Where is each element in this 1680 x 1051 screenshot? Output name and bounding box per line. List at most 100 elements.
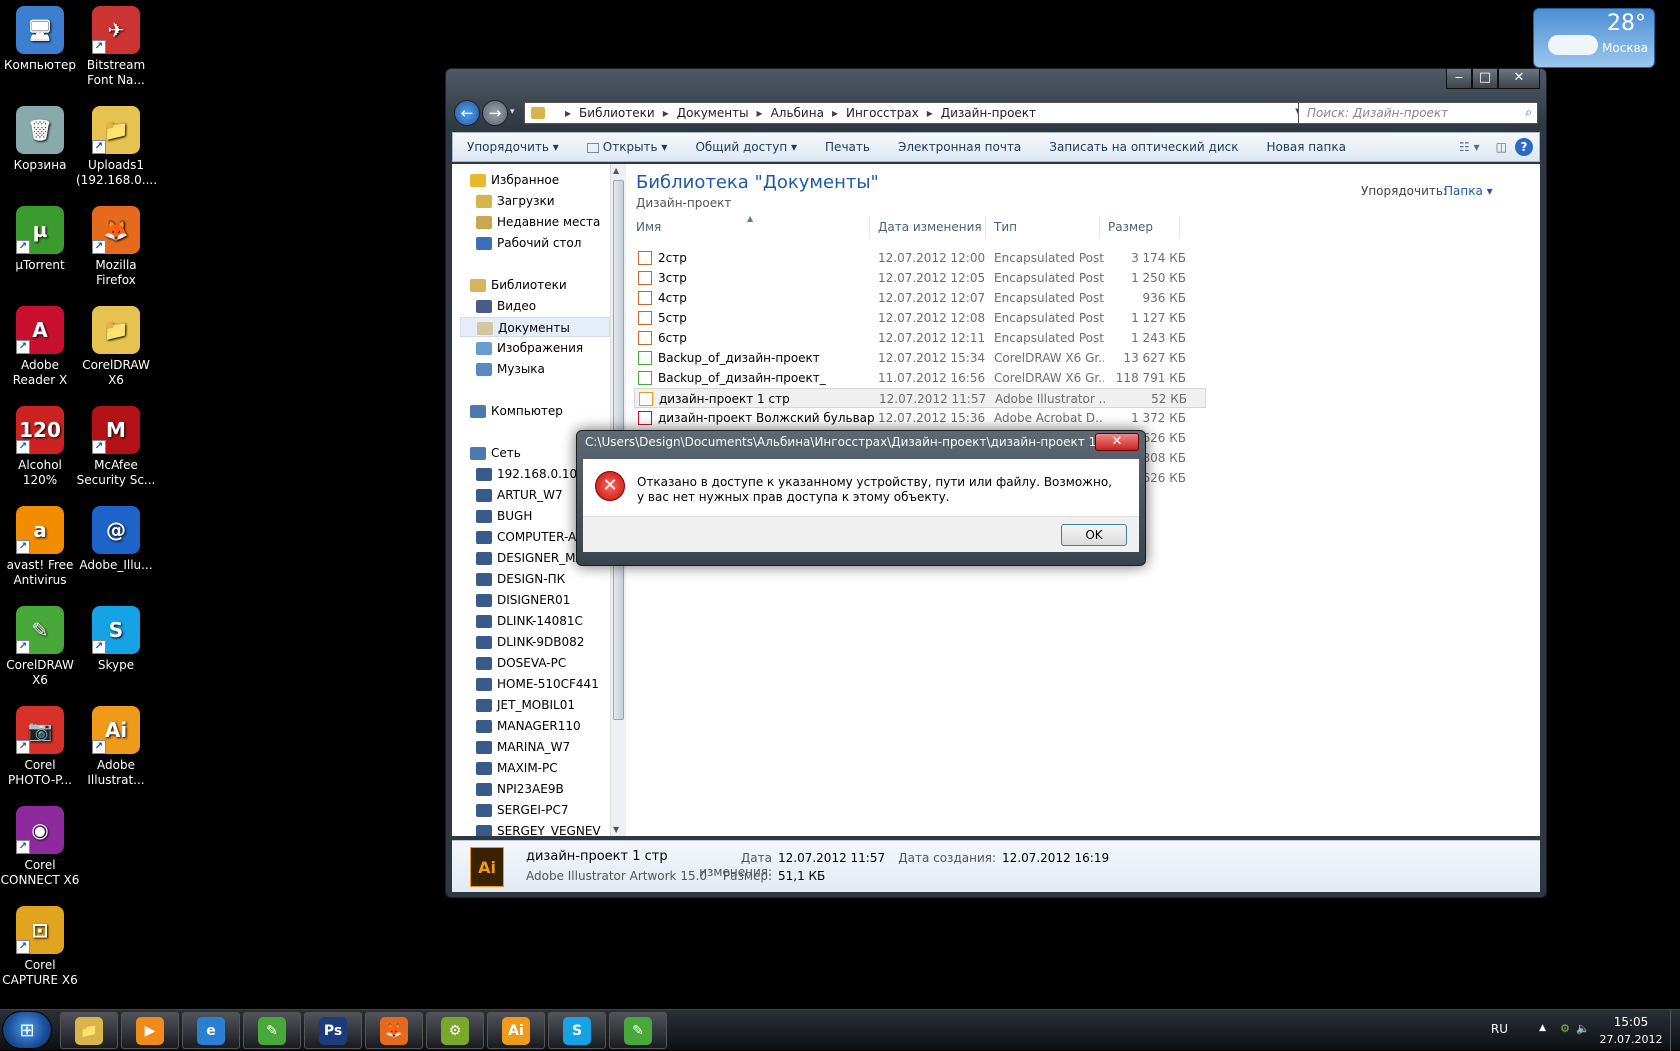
file-row[interactable]: Backup_of_дизайн-проект_ 11.07.2012 16:56…	[634, 368, 1206, 388]
close-window-button[interactable]: ✕	[1498, 69, 1540, 89]
clock-date[interactable]: 27.07.2012	[1596, 1033, 1666, 1046]
minimize-button[interactable]: ‒	[1446, 69, 1472, 89]
nav-item[interactable]: NPI23AE9B	[460, 779, 610, 799]
nav-item[interactable]: Компьютер	[452, 401, 610, 421]
taskbar-app-button[interactable]: ✎	[243, 1012, 301, 1049]
desktop-icon-adobe-illustrator[interactable]: Ai ↗ Adobe Illustrat...	[76, 706, 156, 788]
nav-item[interactable]: DISIGNER01	[460, 590, 610, 610]
desktop-icon-recycle-bin[interactable]: 🗑 Корзина	[0, 106, 80, 173]
nav-item[interactable]: MANAGER110	[460, 716, 610, 736]
nav-item[interactable]: Избранное	[452, 170, 610, 190]
taskbar-app-button[interactable]: e	[182, 1012, 240, 1049]
weather-gadget[interactable]: 28° Москва	[1533, 8, 1655, 68]
nav-item[interactable]: JET_MOBIL01	[460, 695, 610, 715]
maximize-button[interactable]: □	[1472, 69, 1498, 89]
nav-item[interactable]: SERGEY_VEGNEV	[460, 821, 610, 836]
nav-item[interactable]: HOME-510CF441	[460, 674, 610, 694]
view-options-icon[interactable]: ☷ ▾	[1451, 140, 1488, 154]
desktop-icon-corel-connect[interactable]: ◉ ↗ Corel CONNECT X6	[0, 806, 80, 888]
desktop-icon-bitstream[interactable]: ✈ ↗ Bitstream Font Na...	[76, 6, 156, 88]
nav-item[interactable]: DESIGN-ПК	[460, 569, 610, 589]
address-bar[interactable]: ▸ Библиотеки ▸ Документы ▸ Альбина ▸ Ингосстрах…	[524, 102, 1310, 124]
breadcrumb-separator-icon[interactable]: ▸	[663, 106, 669, 120]
show-desktop-button[interactable]	[1670, 1010, 1680, 1051]
desktop-icon-corel-capture[interactable]: ⊡ ↗ Corel CAPTURE X6	[0, 906, 80, 988]
desktop-icon-firefox[interactable]: 🦊 ↗ Mozilla Firefox	[76, 206, 156, 288]
breadcrumb-separator-icon[interactable]: ▸	[927, 106, 933, 120]
burn-disc-button[interactable]: Записать на оптический диск	[1035, 140, 1252, 154]
nav-item[interactable]: SERGEI-PC7	[460, 800, 610, 820]
new-folder-button[interactable]: Новая папка	[1252, 140, 1359, 154]
column-header-size[interactable]: Размер	[1102, 216, 1180, 238]
desktop-icon-skype[interactable]: S ↗ Skype	[76, 606, 156, 673]
file-row[interactable]: 3стр 12.07.2012 12:05 Encapsulated Post...…	[634, 268, 1206, 288]
desktop-icon-computer[interactable]: 🖥 Компьютер	[0, 6, 80, 73]
nav-item[interactable]: Изображения	[460, 338, 610, 358]
breadcrumb-item[interactable]: Ингосстрах	[846, 106, 919, 120]
desktop-icon-corel-photopaint[interactable]: 📷 ↗ Corel PHOTO-P...	[0, 706, 80, 788]
taskbar-app-button[interactable]: ⚙	[426, 1012, 484, 1049]
language-indicator[interactable]: RU	[1491, 1022, 1508, 1036]
nav-item[interactable]: Музыка	[460, 359, 610, 379]
back-button[interactable]: ←	[454, 100, 480, 126]
breadcrumb-separator-icon[interactable]: ▸	[832, 106, 838, 120]
nav-item[interactable]: Рабочий стол	[460, 233, 610, 253]
print-button[interactable]: Печать	[811, 140, 884, 154]
arrange-by-dropdown[interactable]: Папка ▾	[1444, 184, 1493, 198]
breadcrumb-item[interactable]: Библиотеки	[579, 106, 655, 120]
desktop-icon-folder[interactable]: 📁 CorelDRAW X6	[76, 306, 156, 388]
breadcrumb-item[interactable]: Документы	[677, 106, 749, 120]
nav-item[interactable]: Загрузки	[460, 191, 610, 211]
column-header-name[interactable]: Имя ▲	[630, 214, 870, 238]
taskbar-app-button[interactable]: 🦊	[365, 1012, 423, 1049]
search-icon[interactable]: ⌕	[1525, 105, 1532, 120]
file-row[interactable]: Backup_of_дизайн-проект 12.07.2012 15:34 C…	[634, 348, 1206, 368]
column-header-type[interactable]: Тип	[988, 216, 1100, 238]
organize-button[interactable]: Упорядочить ▾	[453, 140, 573, 154]
desktop-icon-adobe-illustrator-folder[interactable]: @ Adobe_Illu...	[76, 506, 156, 573]
show-hidden-icons-icon[interactable]: ▲	[1539, 1023, 1546, 1033]
column-header-date[interactable]: Дата изменения	[872, 216, 986, 238]
desktop-icon-adobe-reader[interactable]: A ↗ Adobe Reader X	[0, 306, 80, 388]
desktop-icon-folder[interactable]: 📁 ↗ Uploads1 (192.168.0....	[76, 106, 157, 188]
desktop-icon-mcafee[interactable]: M ↗ McAfee Security Sc...	[76, 406, 156, 488]
taskbar-app-button[interactable]: ✎	[609, 1012, 667, 1049]
open-button[interactable]: Открыть ▾	[573, 140, 682, 154]
taskbar-app-button[interactable]: Ps	[304, 1012, 362, 1049]
nav-item[interactable]: Видео	[460, 296, 610, 316]
breadcrumb-separator-icon[interactable]: ▸	[757, 106, 763, 120]
file-row[interactable]: дизайн-проект 1 стр 12.07.2012 11:57 Adobe…	[634, 388, 1206, 408]
recent-pages-icon[interactable]: ▾	[510, 107, 515, 117]
nav-item[interactable]: Библиотеки	[452, 275, 610, 295]
desktop-icon-coreldraw[interactable]: ✎ ↗ CorelDRAW X6	[0, 606, 80, 688]
nav-item[interactable]: MARINA_W7	[460, 737, 610, 757]
speaker-icon[interactable]: 🔈	[1576, 1022, 1590, 1035]
taskbar-app-button[interactable]: ▶	[121, 1012, 179, 1049]
nav-item[interactable]: DLINK-14081C	[460, 611, 610, 631]
preview-pane-icon[interactable]: ◫	[1488, 140, 1515, 154]
start-button[interactable]: ⊞	[2, 1011, 52, 1049]
file-row[interactable]: 5стр 12.07.2012 12:08 Encapsulated Post...…	[634, 308, 1206, 328]
scroll-down-icon[interactable]: ▼	[613, 825, 619, 834]
nav-item[interactable]: DOSEVA-PC	[460, 653, 610, 673]
file-row[interactable]: 4стр 12.07.2012 12:07 Encapsulated Post...…	[634, 288, 1206, 308]
file-row[interactable]: 6стр 12.07.2012 12:11 Encapsulated Post...…	[634, 328, 1206, 348]
breadcrumb-separator-icon[interactable]: ▸	[565, 106, 571, 120]
forward-button[interactable]: →	[482, 100, 508, 126]
file-row[interactable]: 2стр 12.07.2012 12:00 Encapsulated Post...…	[634, 248, 1206, 268]
breadcrumb-item[interactable]: Альбина	[771, 106, 824, 120]
share-button[interactable]: Общий доступ ▾	[681, 140, 811, 154]
email-button[interactable]: Электронная почта	[884, 140, 1035, 154]
nav-item[interactable]: MAXIM-PC	[460, 758, 610, 778]
network-tray-icon[interactable]: ⚙	[1560, 1022, 1570, 1035]
nav-item[interactable]: Недавние места	[460, 212, 610, 232]
taskbar-app-button[interactable]: 📁	[60, 1012, 118, 1049]
desktop-icon-utorrent[interactable]: µ ↗ µTorrent	[0, 206, 80, 273]
desktop-icon-alcohol[interactable]: 120 ↗ Alcohol 120%	[0, 406, 80, 488]
scroll-up-icon[interactable]: ▲	[613, 166, 619, 175]
ok-button[interactable]: OK	[1061, 524, 1127, 546]
help-icon[interactable]: ?	[1515, 138, 1533, 156]
dialog-close-button[interactable]: ✕	[1095, 433, 1139, 451]
taskbar-app-button[interactable]: Ai	[487, 1012, 545, 1049]
taskbar-app-button[interactable]: S	[548, 1012, 606, 1049]
